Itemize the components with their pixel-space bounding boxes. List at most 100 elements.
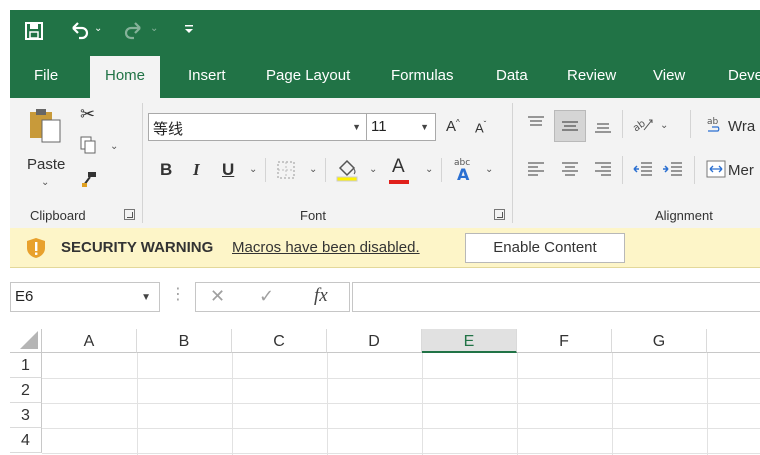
warning-shield-icon	[26, 237, 46, 259]
tab-file[interactable]: File	[34, 67, 58, 84]
wrap-text-label[interactable]: Wra	[728, 118, 755, 135]
font-color-icon[interactable]: A	[389, 156, 409, 184]
phonetic-icon[interactable]: abc A	[452, 156, 476, 185]
font-color-glyph: A	[392, 156, 405, 177]
phonetic-dropdown-icon[interactable]: ⌄	[485, 164, 493, 175]
clipboard-launcher-icon[interactable]	[124, 209, 135, 220]
align-left-icon[interactable]	[526, 160, 546, 181]
gridline	[137, 353, 138, 455]
increase-font-icon[interactable]: A^	[446, 118, 460, 135]
formula-input[interactable]	[352, 282, 760, 312]
underline-dropdown-icon[interactable]: ⌄	[249, 164, 257, 175]
divider	[694, 156, 695, 184]
gridline	[232, 353, 233, 455]
font-name-select[interactable]: 等线 ▼	[148, 113, 368, 141]
align-bottom-icon[interactable]	[593, 118, 613, 137]
copy-icon[interactable]	[80, 136, 96, 157]
column-header-b[interactable]: B	[137, 329, 232, 353]
font-color-dropdown-icon[interactable]: ⌄	[425, 164, 433, 175]
tab-home[interactable]: Home	[90, 56, 161, 98]
column-header-g[interactable]: G	[612, 329, 707, 353]
wrap-text-icon[interactable]: ab	[706, 116, 724, 139]
align-center-icon[interactable]	[560, 160, 580, 181]
title-bar: ⌄ ⌄	[10, 10, 760, 55]
column-header-a[interactable]: A	[42, 329, 137, 353]
column-header-d[interactable]: D	[327, 329, 422, 353]
format-painter-icon[interactable]	[80, 170, 98, 191]
cancel-icon[interactable]: ✕	[210, 286, 225, 307]
align-right-icon[interactable]	[593, 160, 613, 181]
decrease-font-icon[interactable]: Aˇ	[475, 120, 486, 135]
paste-dropdown-icon[interactable]: ⌄	[41, 177, 49, 188]
fill-color-dropdown-icon[interactable]: ⌄	[369, 164, 377, 175]
security-warning-title: SECURITY WARNING	[61, 239, 214, 256]
undo-icon[interactable]	[68, 19, 90, 41]
align-middle-button[interactable]	[554, 110, 586, 142]
svg-text:ab: ab	[707, 117, 719, 127]
macros-disabled-link[interactable]: Macros have been disabled.	[232, 239, 420, 256]
redo-dropdown-icon[interactable]: ⌄	[150, 23, 158, 34]
row-header-2[interactable]: 2	[10, 378, 42, 403]
font-group-label: Font	[300, 208, 327, 223]
merge-center-icon[interactable]	[706, 160, 726, 181]
gridline	[42, 403, 760, 404]
cut-icon[interactable]: ✂	[80, 104, 95, 125]
tab-review[interactable]: Review	[567, 67, 616, 84]
align-top-icon[interactable]	[526, 115, 546, 134]
copy-dropdown-icon[interactable]: ⌄	[110, 141, 118, 152]
font-launcher-icon[interactable]	[494, 209, 505, 220]
formula-bar-grip-icon: ⋮	[170, 286, 186, 303]
tab-data[interactable]: Data	[496, 67, 528, 84]
redo-icon[interactable]	[123, 19, 145, 41]
divider	[690, 110, 691, 138]
gridline	[42, 453, 760, 454]
column-header-c[interactable]: C	[232, 329, 327, 353]
font-name-value: 等线	[153, 121, 184, 138]
increase-indent-icon[interactable]	[662, 160, 684, 181]
security-warning-bar: SECURITY WARNING Macros have been disabl…	[10, 228, 760, 268]
borders-icon[interactable]	[276, 160, 296, 183]
divider	[622, 110, 623, 138]
borders-dropdown-icon[interactable]: ⌄	[309, 164, 317, 175]
tab-formulas[interactable]: Formulas	[391, 67, 454, 84]
gridline	[42, 378, 760, 379]
gridline	[517, 353, 518, 455]
tab-page-layout[interactable]: Page Layout	[266, 67, 350, 84]
alignment-group-label: Alignment	[655, 208, 713, 223]
row-header-4[interactable]: 4	[10, 428, 42, 453]
fill-color-icon[interactable]	[336, 158, 358, 185]
customize-icon[interactable]	[184, 23, 194, 35]
font-size-select[interactable]: 11 ▼	[366, 113, 436, 141]
merge-center-label[interactable]: Mer	[728, 162, 754, 179]
group-divider	[142, 103, 143, 223]
decrease-indent-icon[interactable]	[632, 160, 654, 181]
orientation-icon[interactable]: ab	[631, 114, 656, 137]
tab-view[interactable]: View	[653, 67, 685, 84]
column-header-f[interactable]: F	[517, 329, 612, 353]
insert-function-icon[interactable]: fx	[314, 285, 328, 307]
bold-button[interactable]: B	[160, 160, 172, 180]
italic-button[interactable]: I	[193, 160, 200, 180]
save-icon[interactable]	[24, 21, 44, 41]
row-header-3[interactable]: 3	[10, 403, 42, 428]
enter-icon[interactable]: ✓	[259, 286, 274, 307]
worksheet-grid: A B C D E F G H 1 2 3 4	[10, 326, 760, 455]
underline-button[interactable]: U	[222, 160, 234, 180]
enable-content-button[interactable]: Enable Content	[465, 233, 625, 263]
column-header-e[interactable]: E	[422, 329, 517, 353]
orientation-dropdown-icon[interactable]: ⌄	[660, 120, 668, 131]
gridline	[707, 353, 708, 455]
name-box[interactable]: E6 ▼	[10, 282, 160, 312]
tab-insert[interactable]: Insert	[188, 67, 226, 84]
divider	[441, 158, 442, 182]
font-color-bar	[389, 180, 409, 184]
undo-dropdown-icon[interactable]: ⌄	[94, 23, 102, 34]
chevron-down-icon: ▼	[352, 122, 361, 132]
select-all-button[interactable]	[10, 329, 42, 353]
row-header-1[interactable]: 1	[10, 353, 42, 378]
chevron-down-icon: ▼	[420, 122, 429, 132]
tab-developer[interactable]: Deve	[728, 67, 760, 84]
column-header-h[interactable]: H	[707, 329, 760, 353]
paste-icon[interactable]	[28, 108, 64, 147]
paste-label[interactable]: Paste	[27, 156, 65, 173]
